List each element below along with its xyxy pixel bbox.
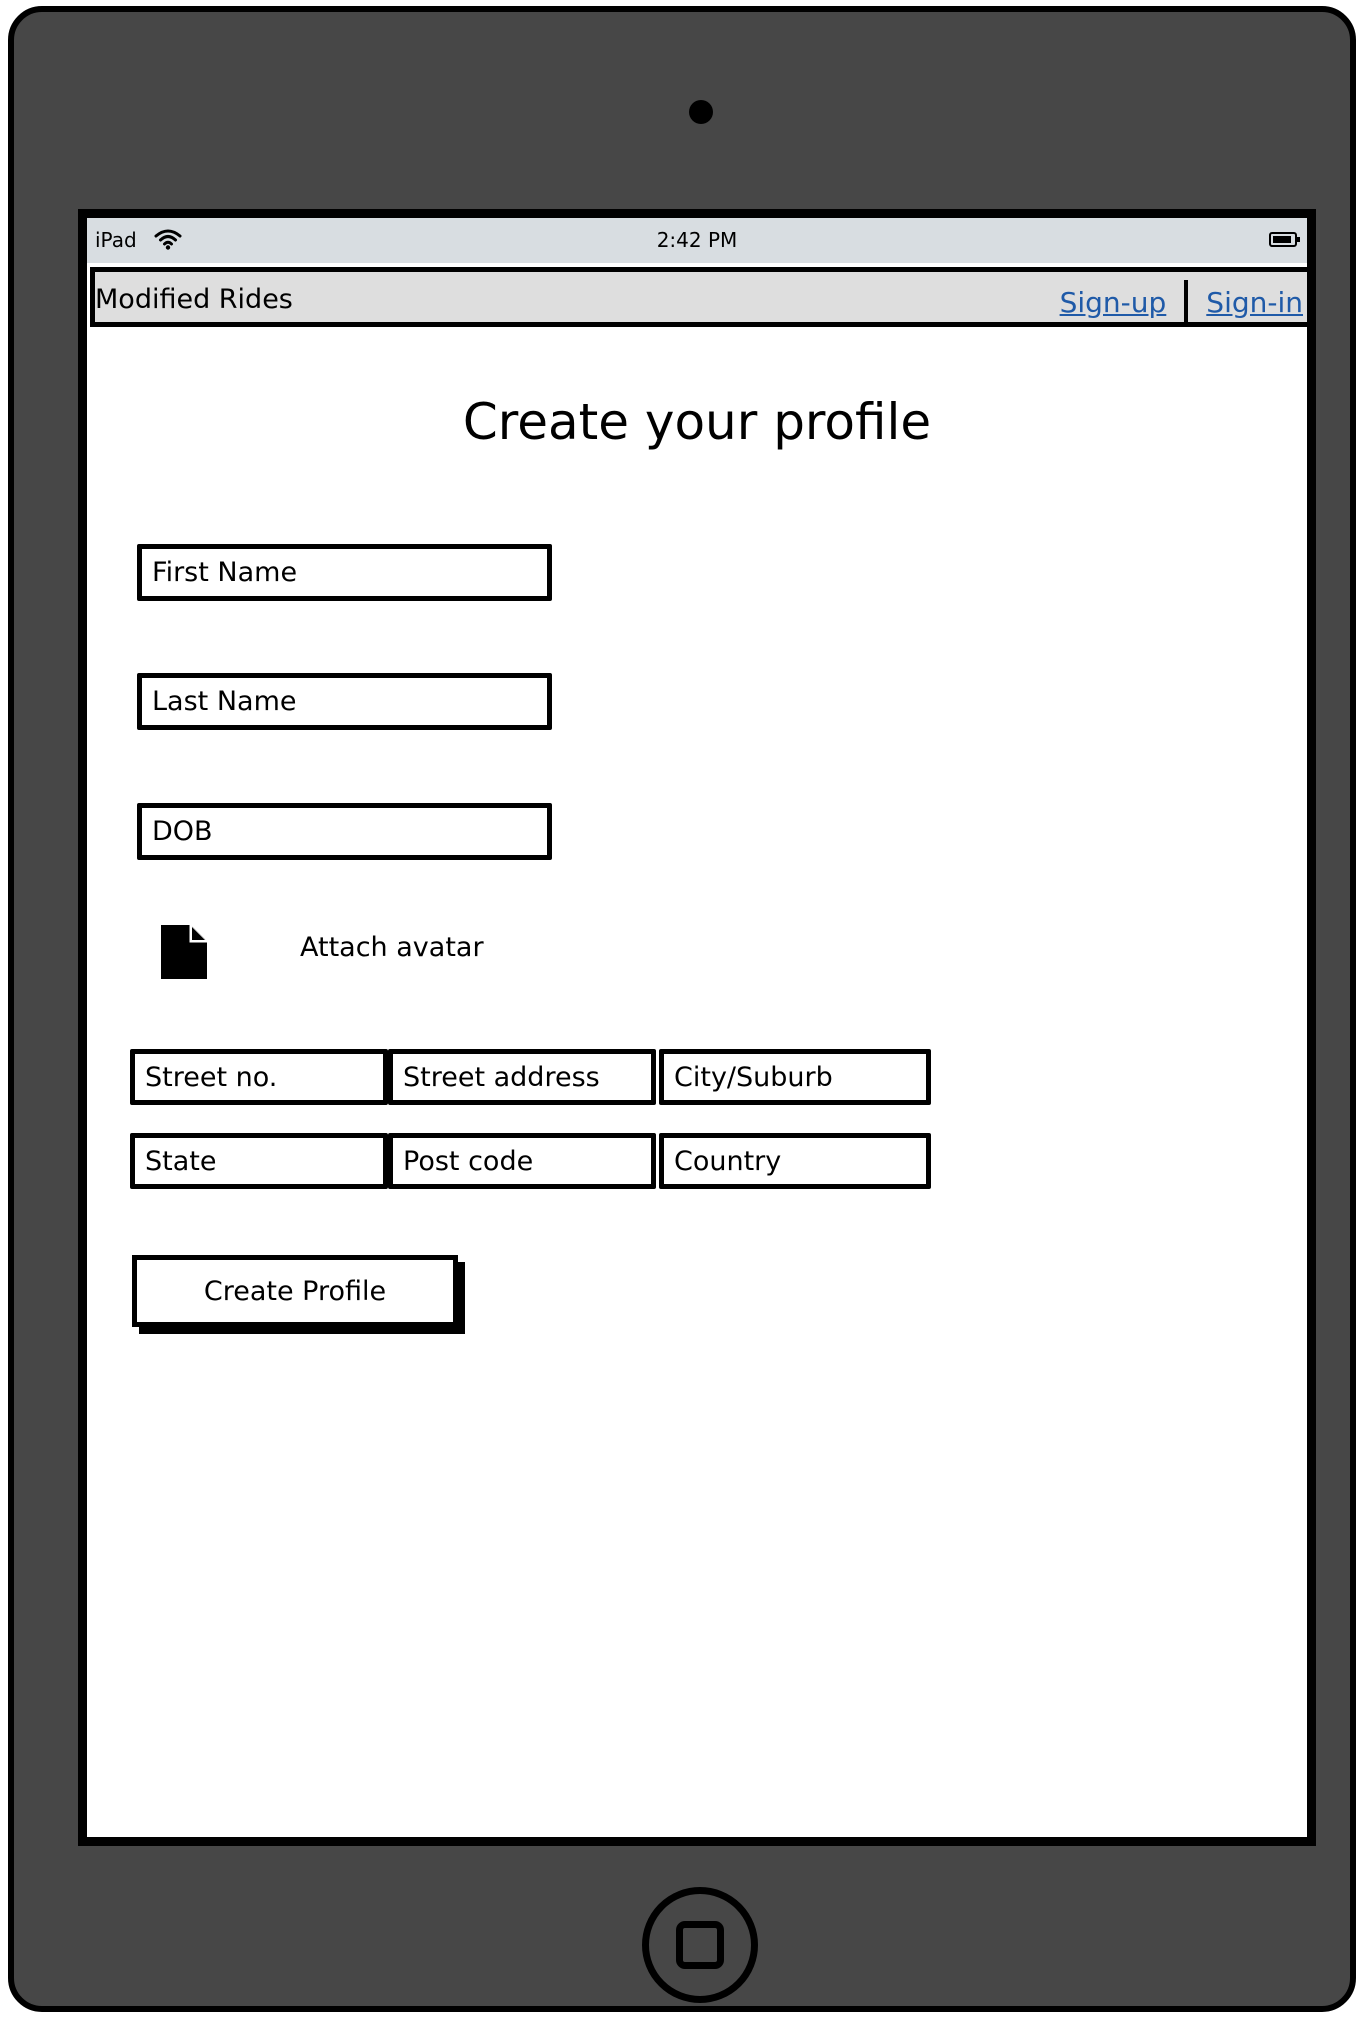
camera-icon <box>689 100 713 124</box>
sign-in-link[interactable]: Sign-in <box>1206 286 1303 319</box>
nav-divider <box>1184 280 1189 324</box>
attach-avatar-label[interactable]: Attach avatar <box>300 932 484 963</box>
device-screen: iPad 2:42 PM Modified Rides Sign-up Sign… <box>78 209 1316 1846</box>
auth-links: Sign-up Sign-in <box>1060 280 1303 324</box>
top-navbar: Modified Rides Sign-up Sign-in <box>90 267 1307 327</box>
street-address-field[interactable] <box>388 1049 656 1105</box>
file-icon[interactable] <box>161 925 207 979</box>
status-time: 2:42 PM <box>656 228 738 252</box>
street-no-field[interactable] <box>130 1049 388 1105</box>
first-name-field[interactable] <box>137 544 552 601</box>
status-bar: iPad 2:42 PM <box>87 218 1307 263</box>
create-profile-button[interactable]: Create Profile <box>132 1255 458 1327</box>
state-field[interactable] <box>130 1133 388 1189</box>
post-code-field[interactable] <box>388 1133 656 1189</box>
page-title: Create your profile <box>462 393 932 451</box>
last-name-field[interactable] <box>137 673 552 730</box>
dob-field[interactable] <box>137 803 552 860</box>
city-suburb-field[interactable] <box>659 1049 931 1105</box>
sign-up-link[interactable]: Sign-up <box>1060 286 1167 319</box>
ipad-device-frame: iPad 2:42 PM Modified Rides Sign-up Sign… <box>8 6 1356 2012</box>
country-field[interactable] <box>659 1133 931 1189</box>
app-title: Modified Rides <box>95 284 293 315</box>
battery-icon <box>1269 232 1300 247</box>
home-button[interactable] <box>642 1887 758 2003</box>
home-button-icon <box>676 1921 724 1969</box>
